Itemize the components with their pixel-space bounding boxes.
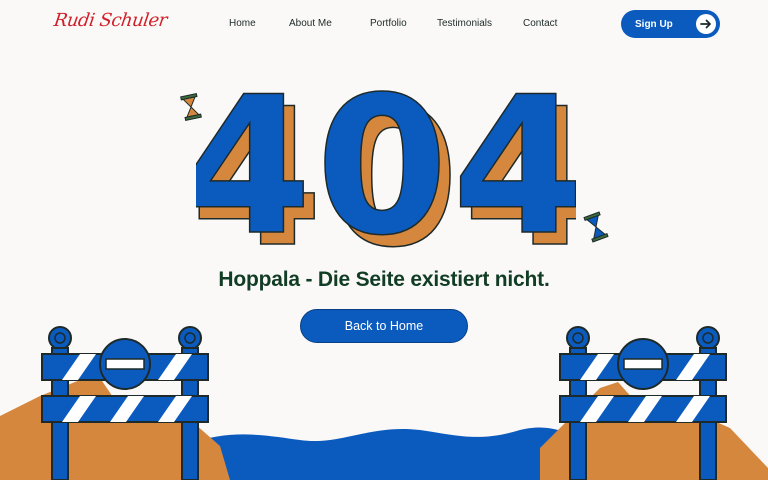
error-code-text: 404 xyxy=(196,80,576,250)
sign-up-label: Sign Up xyxy=(635,18,673,30)
error-message: Hoppala - Die Seite existiert nicht. xyxy=(218,268,550,291)
water-icon xyxy=(175,427,590,480)
hourglass-icon xyxy=(583,211,609,243)
construction-scene xyxy=(0,326,768,480)
sign-up-button[interactable]: Sign Up xyxy=(621,10,720,38)
arrow-right-icon xyxy=(696,14,716,34)
nav-item-contact[interactable]: Contact xyxy=(523,18,557,29)
nav-item-portfolio[interactable]: Portfolio xyxy=(370,18,407,29)
nav-item-about-me[interactable]: About Me xyxy=(289,18,332,29)
error-code: 404 404 xyxy=(196,80,576,250)
nav-item-home[interactable]: Home xyxy=(229,18,256,29)
nav-item-testimonials[interactable]: Testimonials xyxy=(437,18,492,29)
